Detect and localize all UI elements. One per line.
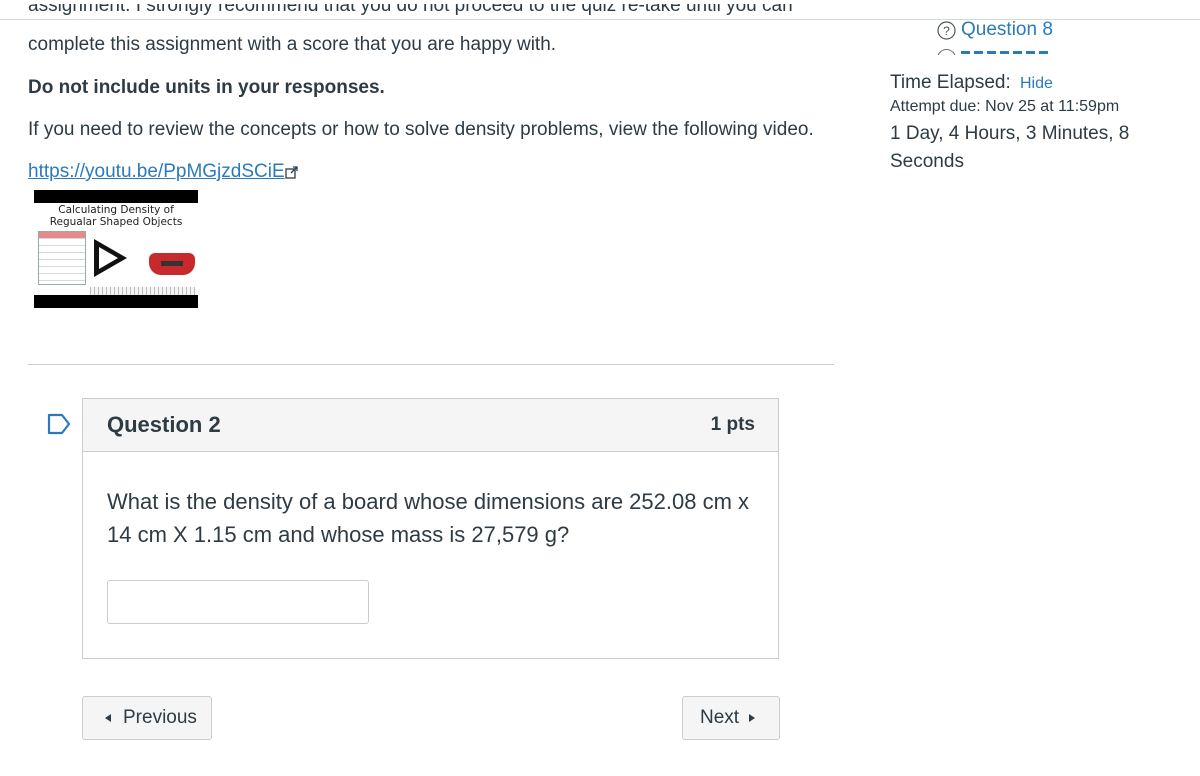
quiz-page: assignment. I strongly recommend that yo… <box>0 0 1200 776</box>
hide-timer-link[interactable]: Hide <box>1020 75 1053 93</box>
next-button[interactable]: Next <box>682 696 780 740</box>
play-icon-inner <box>99 247 118 269</box>
answer-input[interactable] <box>107 580 369 624</box>
scale-graphic <box>149 253 195 275</box>
question-title: Question 2 <box>107 412 221 437</box>
next-label: Next <box>700 707 740 728</box>
caret-right-icon <box>749 714 756 722</box>
review-note: If you need to review the concepts or ho… <box>28 119 814 140</box>
question-help-icon: ? <box>937 21 956 40</box>
thumbnail-frame: Calculating Density of Regualar Shaped O… <box>34 203 198 295</box>
sidebar-question-link-clipped[interactable] <box>937 48 1057 55</box>
flag-question-icon[interactable] <box>47 413 73 435</box>
attempt-due: Attempt due: Nov 25 at 11:59pm <box>890 98 1120 115</box>
video-thumbnail[interactable]: Calculating Density of Regualar Shaped O… <box>34 190 198 308</box>
thumbnail-title: Calculating Density of Regualar Shaped O… <box>34 204 198 228</box>
thumbnail-title-line1: Calculating Density of <box>58 204 174 216</box>
time-remaining: 1 Day, 4 Hours, 3 Minutes, 8 Seconds <box>890 123 1130 172</box>
ruler-graphic <box>90 287 195 295</box>
thumbnail-title-line2: Regualar Shaped Objects <box>49 216 183 228</box>
units-note: Do not include units in your responses. <box>28 77 385 98</box>
section-divider <box>28 364 834 365</box>
clipped-link-text <box>961 51 1051 54</box>
question-points: 1 pts <box>710 414 755 435</box>
previous-label: Previous <box>123 707 197 728</box>
question-help-icon-clipped <box>937 49 956 55</box>
previous-button[interactable]: Previous <box>82 696 212 740</box>
sidebar-question-link[interactable]: Question 8 <box>961 19 1053 41</box>
external-link-icon <box>285 166 298 179</box>
intro-text: complete this assignment with a score th… <box>28 34 557 55</box>
caret-left-icon <box>105 714 111 722</box>
question-card: Question 2 1 pts What is the density of … <box>82 398 779 659</box>
intro-text-clipped: assignment. I strongly recommend that yo… <box>28 4 793 16</box>
svg-text:?: ? <box>943 24 950 38</box>
time-elapsed-label: Time Elapsed: <box>890 72 1011 93</box>
question-text: What is the density of a board whose dim… <box>107 489 750 547</box>
question-header: Question 2 1 pts <box>83 399 778 452</box>
video-link[interactable]: https://youtu.be/PpMGjzdSCiE <box>28 161 285 183</box>
thumbnail-table-graphic <box>38 231 86 285</box>
